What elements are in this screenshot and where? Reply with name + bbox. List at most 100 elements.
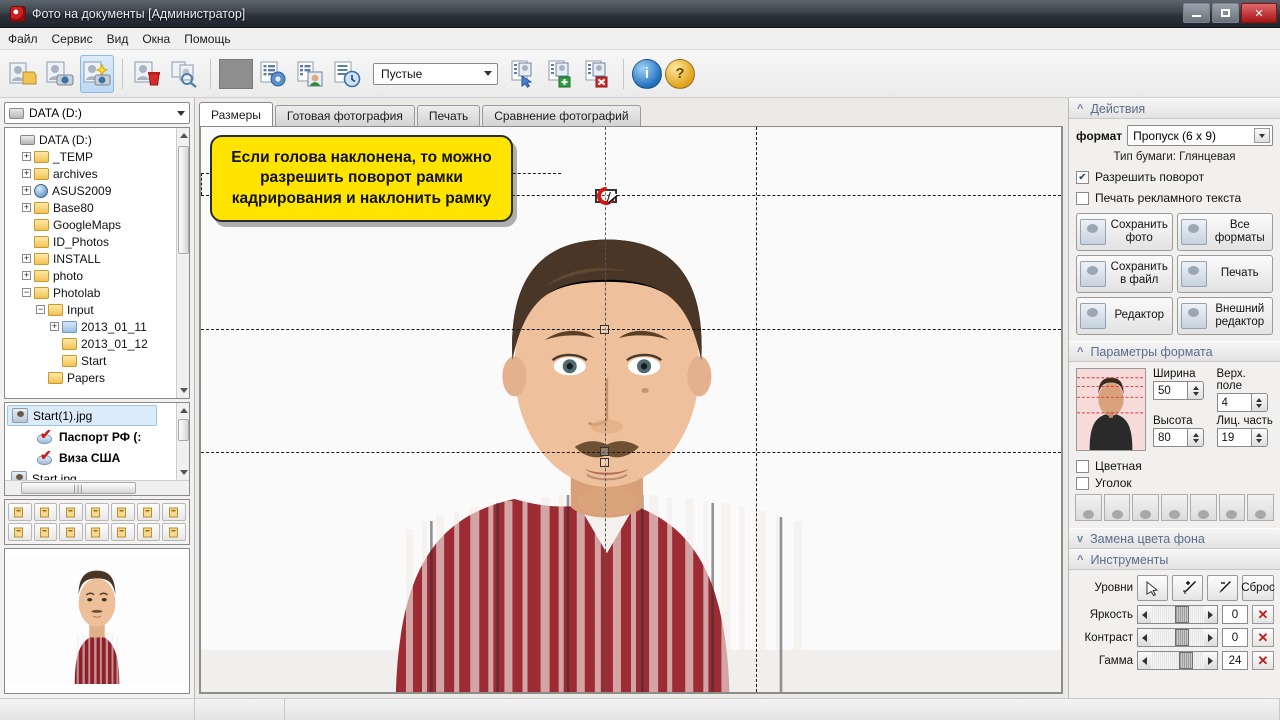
external-editor-button[interactable]: Внешний редактор	[1176, 297, 1273, 335]
save-folder-icon[interactable]	[85, 503, 109, 521]
slider-right-arrow[interactable]	[1204, 629, 1217, 646]
tree-node[interactable]: − Photolab	[8, 284, 175, 301]
tab-1[interactable]: Готовая фотография	[274, 105, 415, 126]
format-filter-combo[interactable]: Пустые	[373, 62, 498, 85]
expand-icon[interactable]: +	[22, 254, 31, 263]
delete-photo-icon[interactable]	[131, 55, 165, 93]
section-header-actions[interactable]: ^ Действия	[1069, 98, 1280, 119]
slider-groove[interactable]	[1151, 652, 1204, 669]
tree-node[interactable]: ID_Photos	[8, 233, 175, 250]
rotate-right-icon[interactable]	[59, 523, 84, 541]
slider-track[interactable]	[1137, 605, 1218, 624]
expand-icon[interactable]: +	[22, 203, 31, 212]
top-margin-input[interactable]	[1216, 393, 1251, 412]
pose-variant-1[interactable]	[1103, 494, 1131, 521]
reset-levels-button[interactable]: Сброс	[1241, 575, 1275, 601]
slider-thumb[interactable]	[1174, 629, 1189, 646]
tree-node[interactable]: Papers	[8, 369, 175, 386]
tree-scroll-thumb[interactable]	[178, 146, 189, 254]
crop-edge-right[interactable]	[756, 127, 757, 692]
crop-line-chin[interactable]	[201, 452, 1061, 453]
list-item[interactable]: Паспорт РФ (:	[33, 426, 173, 447]
find-photo-icon[interactable]	[168, 55, 202, 93]
tree-node[interactable]: GoogleMaps	[8, 216, 175, 233]
checkbox-box[interactable]	[1076, 191, 1089, 205]
slider-left-arrow[interactable]	[1138, 606, 1151, 623]
stepper-buttons[interactable]	[1187, 428, 1204, 447]
face-part-input[interactable]	[1216, 428, 1251, 447]
remove-list-icon[interactable]	[581, 55, 615, 93]
tab-2[interactable]: Печать	[416, 105, 481, 126]
checkbox-box[interactable]	[1076, 459, 1089, 473]
file-list[interactable]: Start(1).jpgПаспорт РФ (:Виза СШАStart.j…	[4, 402, 190, 496]
menu-item-file[interactable]: Файл	[8, 32, 38, 46]
tree-node[interactable]: − Input	[8, 301, 175, 318]
slider-track[interactable]	[1137, 628, 1218, 647]
checkbox-box[interactable]	[1076, 476, 1089, 490]
rotate-left-icon[interactable]	[33, 523, 58, 541]
close-button[interactable]: ✕	[1241, 3, 1277, 23]
checkbox-print-ad-text[interactable]: Печать рекламного текста	[1076, 191, 1273, 205]
list-hscrollbar[interactable]: |||	[5, 480, 189, 495]
minimize-button[interactable]	[1183, 3, 1210, 23]
select-list-icon[interactable]	[507, 55, 541, 93]
clear-x-icon[interactable]: ✕	[1252, 605, 1274, 624]
checkbox-corner[interactable]: Уголок	[1076, 476, 1273, 490]
save-to-file-button[interactable]: Сохранить в файл	[1076, 255, 1173, 293]
tree-node[interactable]: + _TEMP	[8, 148, 175, 165]
width-input[interactable]	[1153, 381, 1187, 400]
slider-thumb[interactable]	[1174, 606, 1189, 623]
chevron-down-icon[interactable]	[1254, 128, 1270, 143]
history-list-icon[interactable]	[330, 55, 364, 93]
pose-variant-4[interactable]	[1189, 494, 1217, 521]
clear-x-icon[interactable]: ✕	[1252, 651, 1274, 670]
tree-node[interactable]: Start	[8, 352, 175, 369]
open-photo-icon[interactable]	[6, 55, 40, 93]
tree-node[interactable]: + photo	[8, 267, 175, 284]
crop-edge-left-top[interactable]	[201, 173, 202, 195]
tree-node[interactable]: + ASUS2009	[8, 182, 175, 199]
camera-photo-icon[interactable]	[43, 55, 77, 93]
list-item[interactable]: Виза США	[33, 447, 173, 468]
sort-time-up-icon[interactable]	[162, 523, 186, 541]
sort-time-down-icon[interactable]	[162, 503, 186, 521]
crop-handle-eyes[interactable]	[600, 325, 609, 334]
stepper-buttons[interactable]	[1250, 428, 1268, 447]
expand-icon[interactable]: +	[22, 152, 31, 161]
tree-node[interactable]: DATA (D:)	[8, 131, 175, 148]
scroll-down-icon[interactable]	[180, 388, 188, 393]
maximize-button[interactable]	[1212, 3, 1239, 23]
delete-image-icon[interactable]	[85, 523, 109, 541]
crop-handle-chin[interactable]	[600, 447, 609, 456]
top-margin-stepper[interactable]	[1216, 393, 1274, 412]
face-part-stepper[interactable]	[1216, 428, 1274, 447]
open-folder-icon[interactable]	[59, 503, 84, 521]
pose-variant-2[interactable]	[1132, 494, 1160, 521]
expand-icon[interactable]: +	[22, 186, 31, 195]
list-item[interactable]: Start(1).jpg	[7, 405, 157, 426]
remove-format-icon[interactable]	[33, 503, 58, 521]
slider-left-arrow[interactable]	[1138, 652, 1151, 669]
width-stepper[interactable]	[1153, 381, 1210, 400]
add-format-icon[interactable]	[8, 503, 32, 521]
person-list-icon[interactable]	[293, 55, 327, 93]
slider-value[interactable]: 0	[1222, 605, 1248, 624]
editor-button[interactable]: Редактор	[1076, 297, 1173, 335]
collapse-icon[interactable]: −	[36, 305, 45, 314]
pose-variant-3[interactable]	[1161, 494, 1188, 521]
drive-select[interactable]: DATA (D:)	[4, 102, 190, 124]
slider-value[interactable]: 24	[1222, 651, 1248, 670]
add-list-icon[interactable]	[544, 55, 578, 93]
tab-3[interactable]: Сравнение фотографий	[482, 105, 641, 126]
tree-node[interactable]: 2013_01_12	[8, 335, 175, 352]
slider-left-arrow[interactable]	[1138, 629, 1151, 646]
crop-center-axis[interactable]	[605, 127, 606, 692]
crop-line-eyes[interactable]	[201, 329, 1061, 330]
folder-tree[interactable]: DATA (D:) + _TEMP + archives + ASUS2009 + Base80…	[4, 127, 190, 399]
expand-icon[interactable]: +	[50, 322, 59, 331]
crop-handle-chin-lower[interactable]	[600, 458, 609, 467]
export-folder-icon[interactable]	[110, 503, 135, 521]
checkbox-allow-rotate[interactable]: ✔ Разрешить поворот	[1076, 170, 1273, 184]
list-scroll-thumb[interactable]	[178, 419, 189, 441]
sort-az-down-icon[interactable]	[136, 503, 161, 521]
